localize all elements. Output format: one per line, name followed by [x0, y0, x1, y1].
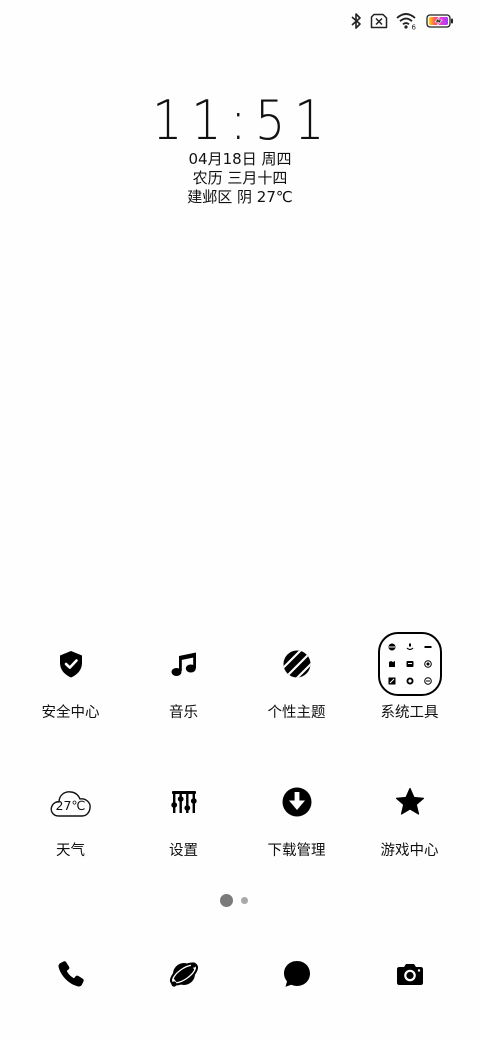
app-security-center[interactable]: 安全中心	[14, 630, 127, 722]
app-settings[interactable]: 设置	[127, 768, 240, 860]
app-download-manager[interactable]: 下载管理	[240, 768, 353, 860]
star-icon	[376, 768, 444, 836]
clock-widget[interactable]: 11:51 04月18日 周四 农历 三月十四 建邺区 阴 27℃	[0, 90, 480, 207]
mini-app-icon	[404, 658, 416, 670]
mini-app-icon	[386, 658, 398, 670]
app-weather[interactable]: 27℃ 天气	[14, 768, 127, 860]
app-themes[interactable]: 个性主题	[240, 630, 353, 722]
app-label: 个性主题	[267, 705, 326, 721]
shield-check-icon	[37, 630, 105, 698]
download-icon	[263, 768, 331, 836]
app-music[interactable]: 音乐	[127, 630, 240, 722]
dock	[14, 948, 466, 1004]
dock-phone[interactable]	[14, 948, 127, 1004]
clock-time: 11:51	[152, 89, 334, 152]
dock-camera[interactable]	[353, 948, 466, 1004]
clock-date: 04月18日 周四	[188, 150, 292, 168]
browser-planet-icon	[168, 958, 200, 994]
music-note-icon	[150, 630, 218, 698]
lunar-date: 农历 三月十四	[192, 169, 288, 187]
settings-sliders-icon	[150, 768, 218, 836]
mini-app-icon	[386, 641, 398, 653]
battery-charging-icon	[426, 13, 454, 29]
weather-temp: 27℃	[55, 798, 85, 813]
app-label: 下载管理	[267, 843, 326, 859]
bluetooth-icon	[350, 12, 362, 30]
mini-app-icon	[386, 675, 398, 687]
mini-app-icon	[422, 675, 434, 687]
page-dot-active[interactable]	[220, 894, 233, 907]
app-grid-row-2: 27℃ 天气 设置 下载管理 游戏中心	[14, 768, 466, 860]
app-label: 安全中心	[41, 705, 100, 721]
app-label: 天气	[56, 843, 85, 859]
mini-app-icon	[422, 658, 434, 670]
dock-messages[interactable]	[240, 948, 353, 1004]
system-tools-folder-icon	[377, 632, 442, 696]
mini-app-icon	[404, 675, 416, 687]
app-grid-row-1: 安全中心 音乐 个性主题 系统工具	[14, 630, 466, 722]
app-label: 音乐	[169, 705, 198, 721]
weather-summary: 建邺区 阴 27℃	[187, 188, 293, 206]
no-sim-icon	[370, 13, 388, 29]
phone-icon	[56, 959, 86, 993]
app-system-tools-folder[interactable]: 系统工具	[353, 630, 466, 722]
wifi-icon: 6	[396, 12, 418, 30]
app-label: 系统工具	[380, 705, 439, 721]
theme-ball-icon	[263, 630, 331, 698]
home-screen: 6 11:51 04月18日 周四 农历 三月十四 建邺区 阴 27℃ 安全中心…	[0, 0, 480, 1040]
mini-app-icon	[404, 641, 416, 653]
app-game-center[interactable]: 游戏中心	[353, 768, 466, 860]
status-bar: 6	[350, 10, 454, 32]
messages-icon	[282, 959, 312, 993]
page-dot[interactable]	[241, 897, 248, 904]
app-label: 游戏中心	[380, 843, 439, 859]
camera-icon	[395, 959, 425, 993]
dock-browser[interactable]	[127, 948, 240, 1004]
cloud-icon: 27℃	[37, 768, 105, 836]
svg-text:6: 6	[412, 24, 417, 31]
app-label: 设置	[169, 843, 198, 859]
page-indicator[interactable]	[0, 894, 480, 907]
mini-app-icon	[422, 641, 434, 653]
